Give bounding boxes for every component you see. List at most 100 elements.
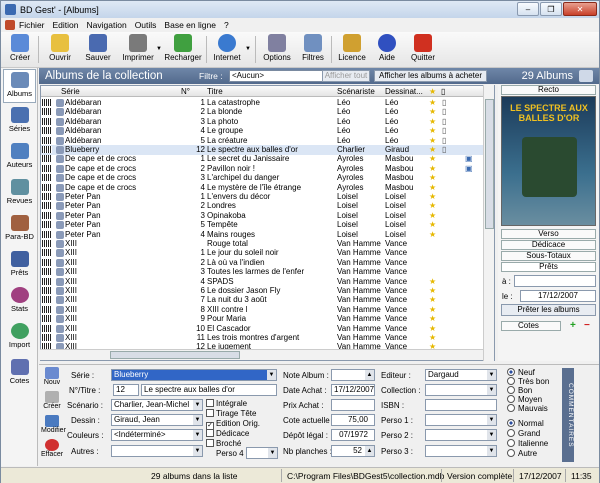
- table-row[interactable]: Aldébaran 3 La photo Léo Léo ★ ▯: [41, 117, 484, 127]
- pret-date-input[interactable]: 17/12/2007: [520, 290, 596, 302]
- aide-button[interactable]: Aide: [373, 33, 401, 66]
- table-row[interactable]: XIII Rouge total Van Hamme Vance: [41, 239, 484, 249]
- sauver-button[interactable]: Sauver: [81, 33, 115, 66]
- internet-button[interactable]: Internet: [209, 33, 245, 66]
- table-row[interactable]: XIII 4 SPADS Van Hamme Vance ★: [41, 277, 484, 287]
- table-row[interactable]: XIII 9 Pour Maria Van Hamme Vance ★: [41, 314, 484, 324]
- albums-table[interactable]: Série N° Titre Scénariste Dessinat... ★ …: [40, 85, 495, 361]
- perso1-field[interactable]: ▼: [425, 414, 497, 426]
- effacer-button[interactable]: Effacer: [41, 438, 63, 462]
- table-row[interactable]: Blueberry 12 Le spectre aux balles d'or Cha…: [41, 145, 484, 155]
- table-row[interactable]: Peter Pan 1 L'envers du décor Loisel Loisel ★: [41, 192, 484, 202]
- hscroll-thumb[interactable]: [110, 351, 240, 359]
- sidebar-item-series[interactable]: Séries: [3, 105, 36, 139]
- menu-fichier[interactable]: Fichier: [19, 20, 45, 30]
- perso2-field[interactable]: ▼: [425, 429, 497, 441]
- table-row[interactable]: XIII 11 Les trois montres d'argent Van Hamm…: [41, 333, 484, 343]
- col-scenariste[interactable]: Scénariste: [337, 87, 375, 96]
- col-num[interactable]: N°: [181, 87, 190, 96]
- sidebar-item-stats[interactable]: Stats: [3, 285, 36, 319]
- table-row[interactable]: XIII 6 Le dossier Jason Fly Van Hamme Vance ★: [41, 286, 484, 296]
- nouveau-button[interactable]: Nouv: [41, 366, 63, 390]
- format-autre-radio[interactable]: Autre: [507, 449, 537, 458]
- table-row[interactable]: XIII 7 La nuit du 3 août Van Hamme Vance ★: [41, 295, 484, 305]
- table-row[interactable]: Peter Pan 5 Tempête Loisel Loisel ★: [41, 220, 484, 230]
- maximize-button[interactable]: ❐: [540, 2, 562, 16]
- col-serie[interactable]: Série: [61, 87, 80, 96]
- tab-prets[interactable]: Prêts: [501, 262, 596, 272]
- sidebar-item-para-bd[interactable]: Para-BD: [3, 213, 36, 247]
- close-button[interactable]: ✕: [563, 2, 597, 16]
- etat-neuf-radio[interactable]: Neuf: [507, 368, 535, 377]
- menu-base-en-ligne[interactable]: Base en ligne: [164, 20, 216, 30]
- etat-moyen-radio[interactable]: Moyen: [507, 395, 542, 404]
- etat-mauvais-radio[interactable]: Mauvais: [507, 404, 548, 413]
- note-field[interactable]: ▲: [331, 369, 375, 381]
- sidebar-item-cotes[interactable]: Cotes: [3, 357, 36, 391]
- horizontal-scrollbar[interactable]: [40, 349, 483, 360]
- table-row[interactable]: Aldébaran 5 La créature Léo Léo ★ ▯: [41, 136, 484, 146]
- add-cote-icon[interactable]: +: [570, 320, 576, 331]
- tirage-tete-checkbox[interactable]: Tirage Tête: [206, 409, 256, 418]
- commentaires-tab[interactable]: COMMENTAIRES: [562, 368, 574, 462]
- table-row[interactable]: Aldébaran 2 La blonde Léo Léo ★ ▯: [41, 107, 484, 117]
- etat-tres-bon-radio[interactable]: Très bon: [507, 377, 549, 386]
- tab-sous-totaux[interactable]: Sous-Totaux: [501, 251, 596, 261]
- ouvrir-button[interactable]: Ouvrir: [43, 33, 77, 66]
- col-dessinateur[interactable]: Dessinat...: [385, 87, 423, 96]
- internet-dropdown-icon[interactable]: ▼: [245, 46, 251, 52]
- imprimer-button[interactable]: Imprimer: [118, 33, 158, 66]
- prix-field[interactable]: [331, 399, 375, 411]
- imprimer-dropdown-icon[interactable]: ▼: [156, 46, 162, 52]
- scenario-field[interactable]: Charlier, Jean-Michel ▼: [111, 399, 203, 411]
- num-field[interactable]: 12: [113, 384, 139, 396]
- pret-a-select[interactable]: [514, 275, 596, 287]
- table-row[interactable]: Aldébaran 1 La catastrophe Léo Léo ★ ▯: [41, 98, 484, 108]
- integrale-checkbox[interactable]: Intégrale: [206, 399, 247, 408]
- date-achat-field[interactable]: 17/12/2007: [331, 384, 375, 396]
- remove-cote-icon[interactable]: −: [584, 320, 590, 331]
- sidebar-item-revues[interactable]: Revues: [3, 177, 36, 211]
- menu-edition[interactable]: Edition: [53, 20, 79, 30]
- table-row[interactable]: Peter Pan 4 Mains rouges Loisel Loisel ★: [41, 230, 484, 240]
- recharger-button[interactable]: Recharger: [163, 33, 203, 66]
- couleurs-field[interactable]: <Indéterminé> ▼: [111, 429, 203, 441]
- dessin-field[interactable]: Giraud, Jean ▼: [111, 414, 203, 426]
- titre-field[interactable]: Le spectre aux balles d'or: [141, 384, 277, 396]
- show-to-buy-button[interactable]: Afficher les albums à acheter: [374, 70, 487, 82]
- quitter-button[interactable]: Quitter: [405, 33, 441, 66]
- table-row[interactable]: De cape et de crocs 2 Pavillon noir ! Ayrol…: [41, 164, 484, 174]
- depot-field[interactable]: 07/1972: [331, 429, 375, 441]
- table-row[interactable]: XIII 2 Là où va l'indien Van Hamme Vance: [41, 258, 484, 268]
- form-creer-button[interactable]: Créer: [41, 390, 63, 414]
- sidebar-item-auteurs[interactable]: Auteurs: [3, 141, 36, 175]
- menu-help[interactable]: ?: [224, 20, 229, 30]
- tab-dedicace[interactable]: Dédicace: [501, 240, 596, 250]
- isbn-field[interactable]: [425, 399, 497, 411]
- table-row[interactable]: De cape et de crocs 4 Le mystère de l'île …: [41, 183, 484, 193]
- col-doc-icon[interactable]: ▯: [441, 87, 445, 96]
- scroll-thumb[interactable]: [485, 99, 494, 229]
- col-titre[interactable]: Titre: [207, 87, 223, 96]
- table-row[interactable]: XIII 1 Le jour du soleil noir Van Hamme Vanc…: [41, 248, 484, 258]
- etat-bon-radio[interactable]: Bon: [507, 386, 532, 395]
- vertical-scrollbar[interactable]: [483, 85, 494, 361]
- table-row[interactable]: Aldébaran 4 Le groupe Léo Léo ★ ▯: [41, 126, 484, 136]
- serie-field[interactable]: Blueberry ▼: [111, 369, 277, 381]
- format-italienne-radio[interactable]: Italienne: [507, 439, 548, 448]
- table-row[interactable]: Peter Pan 2 Londres Loisel Loisel ★: [41, 201, 484, 211]
- autres-field[interactable]: ▼: [111, 445, 203, 457]
- tab-recto[interactable]: Recto: [501, 85, 596, 95]
- creer-button[interactable]: Créer: [5, 33, 35, 66]
- tab-cotes[interactable]: Cotes: [501, 321, 561, 331]
- format-grand-radio[interactable]: Grand: [507, 429, 540, 438]
- perso4-field[interactable]: ▼: [246, 447, 278, 459]
- tab-verso[interactable]: Verso: [501, 229, 596, 239]
- broche-checkbox[interactable]: Broché: [206, 439, 241, 448]
- perso3-field[interactable]: ▼: [425, 445, 497, 457]
- table-row[interactable]: Peter Pan 3 Opinakoba Loisel Loisel ★: [41, 211, 484, 221]
- menu-navigation[interactable]: Navigation: [87, 20, 127, 30]
- modifier-button[interactable]: Modifier: [41, 414, 66, 438]
- editeur-field[interactable]: Dargaud ▼: [425, 369, 497, 381]
- table-row[interactable]: XIII 8 XIII contre l Van Hamme Vance ★: [41, 305, 484, 315]
